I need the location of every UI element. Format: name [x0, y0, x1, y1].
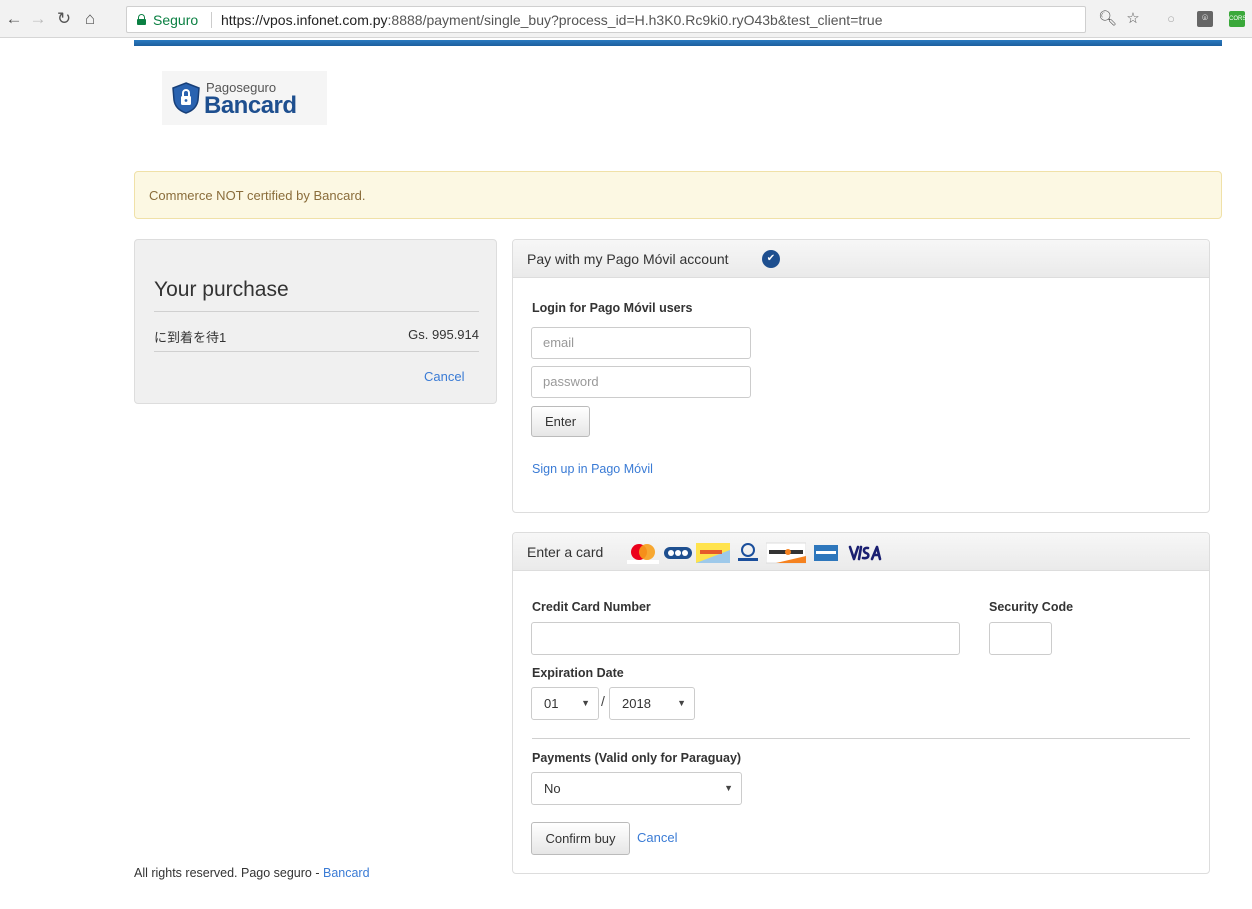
footer-bancard-link[interactable]: Bancard [323, 866, 370, 880]
footer-text: All rights reserved. Pago seguro - [134, 866, 323, 880]
payments-select[interactable]: No ▼ [531, 772, 742, 805]
card-cancel-link[interactable]: Cancel [637, 830, 677, 845]
url-path: :8888/payment/single_buy?process_id=H.h3… [387, 12, 883, 28]
american-express-logo-icon [814, 545, 838, 561]
pago-movil-panel: Pay with my Pago Móvil account ✔ Login f… [512, 239, 1210, 513]
secure-label: Seguro [153, 12, 199, 28]
email-field[interactable]: email [531, 327, 751, 359]
shield-lock-icon [172, 82, 200, 114]
chevron-down-icon: ▼ [581, 698, 590, 708]
url-host: https://vpos.infonet.com.py [221, 12, 388, 28]
zoom-icon[interactable]: 🔍︎ [1098, 10, 1117, 28]
credifielco-logo-icon [696, 543, 730, 563]
exp-month-value: 01 [544, 696, 559, 711]
item-name: に到着を待1 [154, 330, 227, 345]
signup-link[interactable]: Sign up in Pago Móvil [532, 462, 653, 476]
lock-icon [137, 14, 146, 25]
url-text[interactable]: https://vpos.infonet.com.py:8888/payment… [221, 12, 883, 28]
forward-arrow-icon[interactable]: → [28, 9, 48, 29]
reload-icon[interactable]: ↻ [54, 9, 74, 29]
extension-cors-icon[interactable]: CORS [1229, 11, 1246, 27]
exp-year-value: 2018 [622, 696, 651, 711]
logo-title: Bancard [204, 92, 297, 119]
browser-toolbar: ← → ↻ ⌂ Seguro https://vpos.infonet.com.… [0, 0, 1252, 38]
extension-circle-icon[interactable]: ○ [1162, 10, 1180, 28]
card-panel-title: Enter a card [527, 544, 604, 560]
address-bar[interactable]: Seguro https://vpos.infonet.com.py:8888/… [126, 6, 1086, 33]
card-panel-header: Enter a card [513, 533, 1209, 571]
card-number-input[interactable] [531, 622, 960, 655]
exp-year-select[interactable]: 2018 ▼ [609, 687, 695, 720]
pago-movil-title: Pay with my Pago Móvil account [527, 251, 729, 267]
address-separator [211, 12, 212, 28]
home-icon[interactable]: ⌂ [80, 9, 100, 29]
enter-button[interactable]: Enter [531, 406, 590, 437]
expiration-label: Expiration Date [532, 666, 624, 680]
payments-label: Payments (Valid only for Paraguay) [532, 751, 742, 765]
mastercard-logo-icon [627, 544, 659, 564]
divider [154, 351, 479, 352]
card-number-label: Credit Card Number [532, 600, 651, 614]
purchase-title: Your purchase [154, 278, 289, 301]
visa-logo-icon [848, 545, 882, 561]
security-code-label: Security Code [989, 600, 1074, 614]
item-price: Gs. 995.914 [408, 327, 479, 342]
exp-month-select[interactable]: 01 ▼ [531, 687, 599, 720]
chevron-down-icon: ▼ [677, 698, 686, 708]
confirm-buy-button[interactable]: Confirm buy [531, 822, 630, 855]
purchase-summary-panel: Your purchase に到着を待1 Gs. 995.914 Cancel [134, 239, 497, 404]
chevron-down-icon: ▼ [724, 783, 733, 793]
divider [532, 738, 1190, 739]
alert-text: Commerce NOT certified by Bancard. [149, 188, 366, 203]
discover-logo-icon [766, 542, 806, 564]
certification-alert: Commerce NOT certified by Bancard. [134, 171, 1222, 219]
pago-movil-header: Pay with my Pago Móvil account ✔ [513, 240, 1209, 278]
card-payment-panel: Enter a card Credit Card Number Security… [512, 532, 1210, 874]
security-code-input[interactable] [989, 622, 1052, 655]
header-bar [134, 40, 1222, 46]
extension-location-icon[interactable]: ⌾ [1197, 11, 1213, 27]
purchase-cancel-link[interactable]: Cancel [424, 369, 464, 384]
verified-check-icon: ✔ [762, 250, 780, 268]
payments-value: No [544, 781, 561, 796]
divider [154, 311, 479, 312]
footer: All rights reserved. Pago seguro - Banca… [134, 866, 370, 880]
bancard-logo-icon [664, 547, 692, 559]
login-label: Login for Pago Móvil users [532, 301, 693, 315]
bookmark-star-icon[interactable]: ☆ [1124, 10, 1142, 28]
back-arrow-icon[interactable]: ← [4, 9, 24, 29]
password-field[interactable]: password [531, 366, 751, 398]
exp-separator: / [601, 693, 605, 709]
diners-club-logo-icon [738, 543, 758, 561]
bancard-logo: Pagoseguro Bancard [162, 71, 327, 125]
